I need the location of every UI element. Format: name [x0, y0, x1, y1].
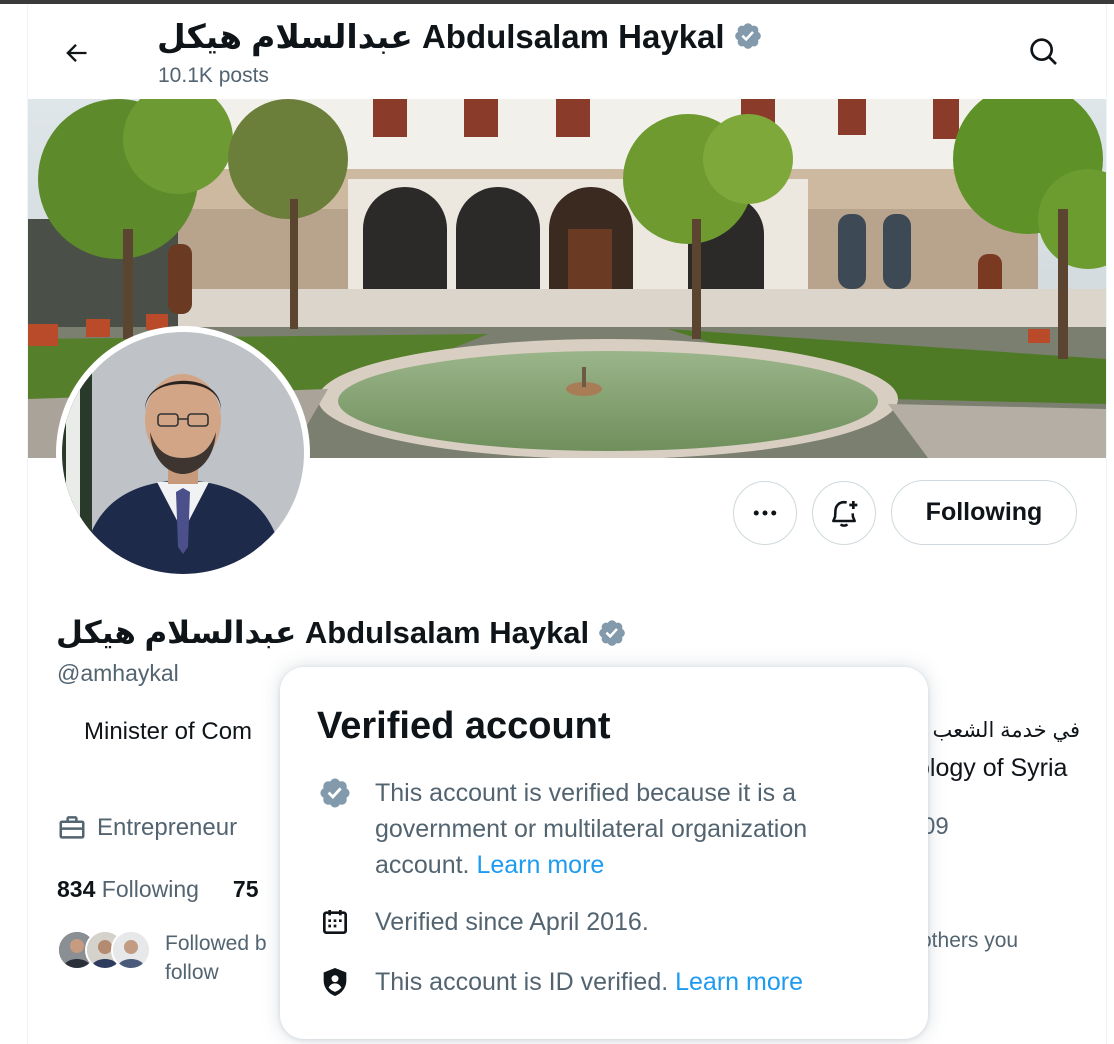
followed-by-text[interactable]: Followed b follow — [165, 929, 295, 987]
following-count: 834 — [57, 876, 96, 902]
search-icon — [1030, 38, 1057, 65]
shield-icon — [317, 964, 353, 1000]
notifications-button[interactable] — [812, 481, 876, 545]
verified-reason-row: This account is verified because it is a… — [317, 775, 897, 883]
followed-by-line2: follow — [165, 961, 219, 984]
avatar — [111, 930, 151, 970]
back-button[interactable] — [55, 32, 97, 74]
verified-badge-icon — [317, 775, 353, 811]
verified-badge-icon[interactable] — [733, 21, 763, 51]
id-verified-text: This account is ID verified. — [375, 968, 669, 996]
bio-text-arabic: في خدمة الشعب السوري — [917, 719, 1080, 742]
profile-handle: @amhaykal — [57, 660, 179, 686]
bio-text-end: ology of Syria — [916, 754, 1068, 782]
profile-job-label: Entrepreneur — [97, 814, 238, 841]
verified-since-text: Verified since April 2016. — [375, 908, 649, 936]
header-display-name: عبدالسلام هيكل Abdulsalam Haykal — [157, 17, 725, 55]
id-verified-row: This account is ID verified. Learn more — [317, 964, 803, 1000]
search-button[interactable] — [1022, 30, 1066, 74]
follow-stats: 834 Following 75 — [57, 876, 259, 903]
learn-more-link[interactable]: Learn more — [675, 968, 803, 996]
verified-reason: This account is verified because it is a… — [375, 775, 895, 883]
calendar-icon — [317, 904, 353, 940]
followed-by-avatars[interactable] — [57, 930, 151, 970]
followed-by-others: others you — [920, 929, 1019, 952]
popover-title: Verified account — [317, 705, 611, 747]
notification-add-icon — [832, 500, 858, 527]
following-button[interactable]: Following — [891, 480, 1077, 545]
posts-count: 10.1K posts — [158, 64, 269, 87]
profile-job: Entrepreneur — [57, 813, 237, 843]
more-icon — [753, 510, 777, 516]
verified-since-row: Verified since April 2016. — [317, 904, 649, 940]
bio-text-start: Minister of Com — [84, 718, 253, 745]
verified-badge-icon[interactable] — [597, 618, 627, 648]
following-stat[interactable]: 834 Following — [57, 876, 199, 903]
briefcase-icon — [59, 816, 85, 839]
followers-count: 75 — [232, 876, 259, 902]
more-button[interactable] — [733, 481, 797, 545]
verified-account-popover: Verified account This account is verifie… — [280, 667, 928, 1039]
followed-by-line1: Followed b — [165, 932, 267, 955]
header-title: عبدالسلام هيكل Abdulsalam Haykal — [157, 16, 763, 56]
profile-display-name: عبدالسلام هيكل Abdulsalam Haykal — [56, 615, 590, 650]
followers-stat[interactable]: 75 — [233, 876, 259, 903]
back-arrow-icon — [66, 44, 87, 62]
profile-name: عبدالسلام هيكل Abdulsalam Haykal — [56, 612, 627, 654]
learn-more-link[interactable]: Learn more — [476, 851, 604, 879]
profile-avatar[interactable] — [56, 326, 310, 580]
following-stat-label: Following — [101, 876, 199, 902]
id-verified: This account is ID verified. Learn more — [375, 964, 803, 1000]
